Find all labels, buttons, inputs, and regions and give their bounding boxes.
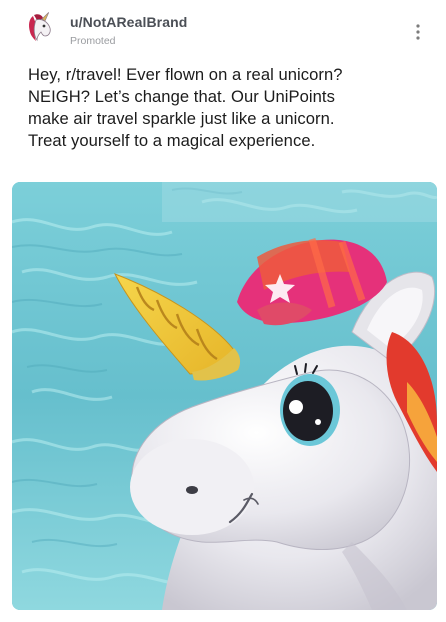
author-block: u/NotARealBrand Promoted [70, 14, 187, 48]
unicorn-logo-icon [23, 11, 57, 45]
post-body-line: Treat yourself to a magical experience. [28, 131, 316, 150]
promoted-label: Promoted [70, 35, 116, 47]
vertical-dots-icon [416, 24, 420, 40]
post-body-line: make air travel sparkle just like a unic… [28, 109, 335, 128]
brand-avatar[interactable] [22, 10, 58, 46]
post-body-text: Hey, r/travel! Ever flown on a real unic… [28, 64, 428, 152]
post-body-line: Hey, r/travel! Ever flown on a real unic… [28, 65, 343, 84]
more-options-button[interactable] [408, 18, 428, 46]
post-image[interactable] [12, 182, 437, 610]
post-header: u/NotARealBrand Promoted [22, 10, 432, 56]
post-body-line: NEIGH? Let’s change that. Our UniPoints [28, 87, 335, 106]
unicorn-pool-float-image [12, 182, 437, 610]
author-username[interactable]: u/NotARealBrand [70, 14, 187, 30]
promoted-post-card: u/NotARealBrand Promoted Hey, r/travel! … [0, 0, 446, 622]
